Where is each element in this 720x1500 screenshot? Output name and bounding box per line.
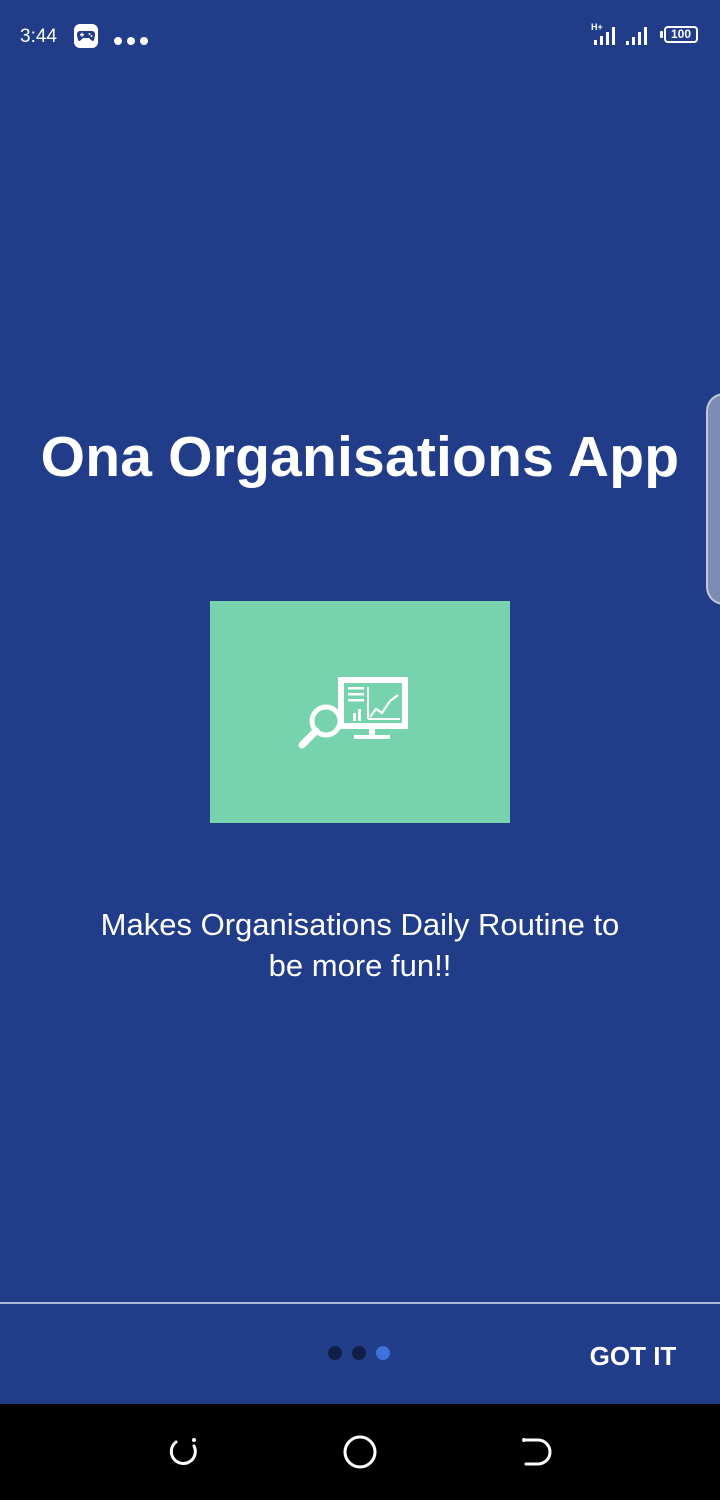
more-dots-icon (114, 32, 153, 50)
home-icon[interactable] (340, 1432, 380, 1472)
battery-nub (660, 31, 663, 38)
network-type: H+ (591, 22, 603, 32)
page-dot-1[interactable] (328, 1346, 342, 1360)
game-controller-icon (74, 24, 98, 48)
intro-illustration (210, 601, 510, 823)
status-bar: 3:44 H+ 100 (0, 0, 720, 72)
back-icon[interactable] (514, 1432, 554, 1472)
analytics-magnifier-monitor-icon (298, 677, 408, 749)
recents-icon[interactable] (164, 1432, 204, 1472)
battery-icon: 100 (664, 26, 698, 43)
got-it-button[interactable]: GOT IT (574, 1326, 692, 1386)
footer-divider (0, 1302, 720, 1304)
navigation-bar (0, 1404, 720, 1500)
intro-description: Makes Organisations Daily Routine to be … (100, 907, 620, 983)
intro-title: Ona Organisations App (40, 425, 680, 489)
page-dot-2[interactable] (352, 1346, 366, 1360)
page-dot-3-active[interactable] (376, 1346, 390, 1360)
signal-sim1-icon: H+ (591, 22, 615, 45)
status-time: 3:44 (20, 26, 57, 47)
signal-sim2-icon (626, 27, 647, 45)
